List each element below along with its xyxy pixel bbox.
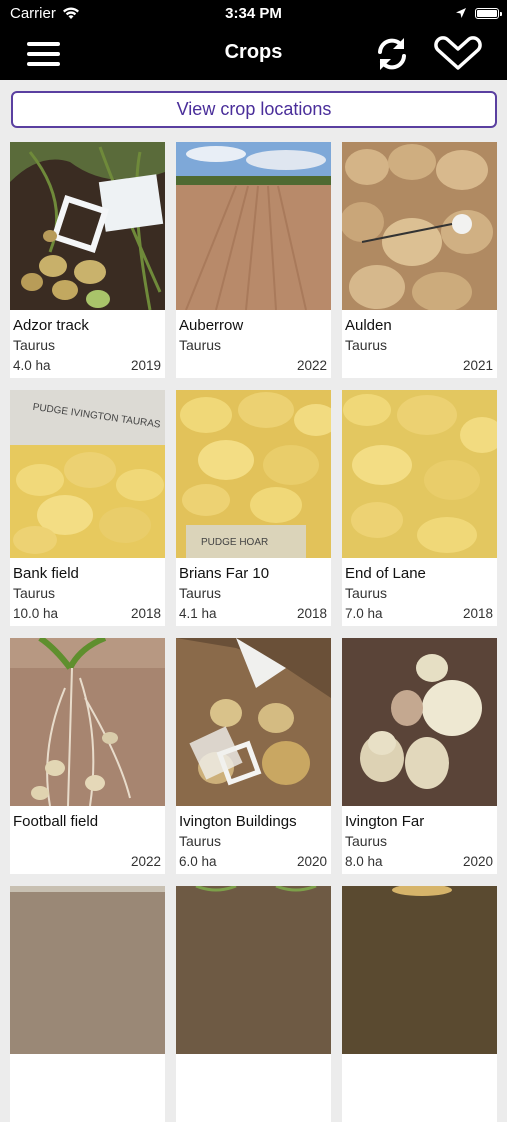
- crop-photo: [176, 886, 331, 1054]
- crop-photo: [10, 142, 165, 310]
- crop-card-brians-far-10[interactable]: PUDGE HOAR Brians Far 10 Taurus 4.1 ha 2…: [176, 390, 331, 626]
- crop-variety: Taurus: [345, 337, 388, 353]
- crop-area: 10.0 ha: [13, 606, 59, 621]
- crop-name: Auberrow: [179, 317, 244, 334]
- crop-area: 7.0 ha: [345, 606, 383, 621]
- crop-photo: [10, 886, 165, 1054]
- crop-variety: Taurus: [13, 337, 56, 353]
- crop-year: 2021: [462, 358, 493, 373]
- crop-name: Bank field: [13, 565, 79, 582]
- crop-area: 8.0 ha: [345, 854, 383, 869]
- crop-variety: Taurus: [179, 585, 222, 601]
- location-arrow-icon: [455, 6, 467, 23]
- crop-card-partial[interactable]: [176, 886, 331, 1122]
- crop-photo: [342, 886, 497, 1054]
- view-crop-locations-button[interactable]: View crop locations: [11, 91, 497, 128]
- crop-variety: Taurus: [179, 833, 222, 849]
- crop-name: Aulden: [345, 317, 392, 334]
- crop-card-end-of-lane[interactable]: End of Lane Taurus 7.0 ha 2018: [342, 390, 497, 626]
- crop-card-partial[interactable]: [10, 886, 165, 1122]
- crop-variety: Taurus: [345, 585, 388, 601]
- crop-year: 2018: [130, 606, 161, 621]
- crop-name: Ivington Far: [345, 813, 425, 830]
- crop-area: 4.1 ha: [179, 606, 217, 621]
- refresh-icon[interactable]: [372, 34, 412, 74]
- crop-variety: Taurus: [13, 585, 56, 601]
- crop-name: Ivington Buildings: [179, 813, 297, 830]
- navigation-bar: Crops: [0, 28, 507, 80]
- crop-photo: [176, 142, 331, 310]
- crop-variety: Taurus: [345, 833, 388, 849]
- crop-photo: [10, 638, 165, 806]
- crop-photo: [342, 638, 497, 806]
- crop-year: 2020: [462, 854, 493, 869]
- crop-year: 2018: [296, 606, 327, 621]
- crop-card-partial[interactable]: [342, 886, 497, 1122]
- crop-area: 4.0 ha: [13, 358, 51, 373]
- crop-card-aulden[interactable]: Aulden Taurus 2021: [342, 142, 497, 378]
- crop-area: 6.0 ha: [179, 854, 217, 869]
- crop-card-auberrow[interactable]: Auberrow Taurus 2022: [176, 142, 331, 378]
- crop-year: 2019: [130, 358, 161, 373]
- crop-year: 2020: [296, 854, 327, 869]
- crop-name: Football field: [13, 813, 99, 830]
- crop-variety: Taurus: [179, 337, 222, 353]
- crop-photo: PUDGE IVINGTON TAURAS: [10, 390, 165, 558]
- crop-photo: PUDGE HOAR: [176, 390, 331, 558]
- status-bar: Carrier 3:34 PM: [0, 0, 507, 28]
- clock: 3:34 PM: [225, 5, 282, 22]
- crop-name: Brians Far 10: [179, 565, 270, 582]
- crop-photo: [342, 142, 497, 310]
- crop-photo: [342, 390, 497, 558]
- crop-card-football-field[interactable]: Football field 2022: [10, 638, 165, 874]
- bag-label: PUDGE HOAR: [201, 537, 268, 548]
- crop-card-ivington-far[interactable]: Ivington Far Taurus 8.0 ha 2020: [342, 638, 497, 874]
- crop-photo: [176, 638, 331, 806]
- crop-name: End of Lane: [345, 565, 426, 582]
- crop-year: 2022: [296, 358, 327, 373]
- page-title: Crops: [224, 41, 283, 63]
- crop-card-bank-field[interactable]: PUDGE IVINGTON TAURAS Bank field Taurus …: [10, 390, 165, 626]
- crop-card-adzor-track[interactable]: Adzor track Taurus 4.0 ha 2019: [10, 142, 165, 378]
- battery-icon: [475, 8, 502, 19]
- crop-card-ivington-buildings[interactable]: Ivington Buildings Taurus 6.0 ha 2020: [176, 638, 331, 874]
- crop-year: 2022: [130, 854, 161, 869]
- crop-name: Adzor track: [13, 317, 89, 334]
- chevron-down-icon[interactable]: [434, 36, 482, 72]
- crop-year: 2018: [462, 606, 493, 621]
